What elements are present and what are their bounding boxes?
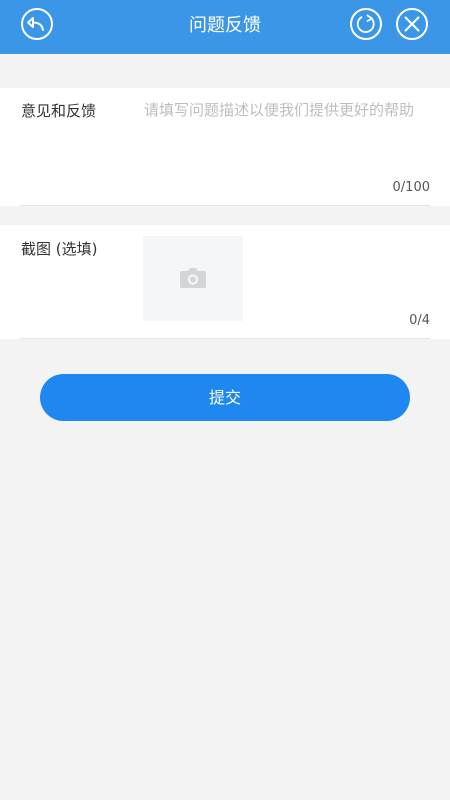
submit-button[interactable]: 提交 bbox=[40, 374, 410, 421]
refresh-icon bbox=[356, 14, 375, 33]
divider bbox=[20, 205, 430, 206]
screenshot-section: 截图 (选填) 0/4 bbox=[0, 225, 450, 339]
feedback-label: 意见和反馈 bbox=[21, 102, 97, 120]
divider bbox=[20, 338, 430, 339]
feedback-input[interactable] bbox=[144, 98, 430, 162]
screenshot-counter: 0/4 bbox=[409, 313, 430, 328]
header-bar: 问题反馈 bbox=[0, 0, 450, 54]
close-button[interactable] bbox=[396, 8, 428, 40]
screenshot-label: 截图 (选填) bbox=[21, 240, 98, 258]
page-title: 问题反馈 bbox=[189, 15, 261, 36]
camera-icon bbox=[180, 268, 206, 288]
feedback-section: 意见和反馈 0/100 bbox=[0, 88, 450, 206]
add-screenshot-button[interactable] bbox=[143, 236, 243, 321]
feedback-char-counter: 0/100 bbox=[392, 180, 430, 195]
refresh-button[interactable] bbox=[350, 8, 382, 40]
close-x-icon bbox=[404, 16, 420, 32]
